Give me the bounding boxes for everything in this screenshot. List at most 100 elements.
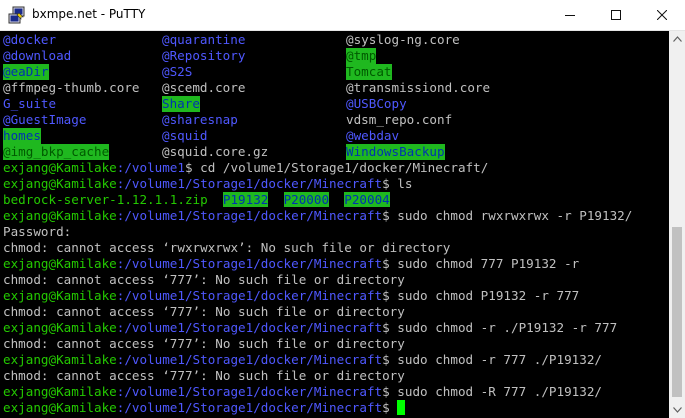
current-prompt[interactable]: exjang@Kamilake:/volume1/Storage1/docker… <box>3 400 406 416</box>
error-output: chmod: cannot access ‘777’: No such file… <box>3 368 405 383</box>
listing-entry: @webdav <box>346 128 400 143</box>
listing-entry: Tomcat <box>346 64 392 80</box>
terminal-area[interactable]: @docker @quarantine @syslog-ng.core @dow… <box>0 31 669 418</box>
listing-entry: @scemd.core <box>162 80 246 95</box>
command-line: exjang@Kamilake:/volume1/Storage1/docker… <box>3 288 579 304</box>
prompt-path: :/volume1/Storage1/docker/Minecraft <box>116 320 383 335</box>
listing-entry: @ffmpeg-thumb.core <box>3 80 140 95</box>
listing-entry: @squid.core.gz <box>162 144 269 159</box>
listing-entry: @sharesnap <box>162 112 238 127</box>
cursor <box>397 400 406 415</box>
command-text: sudo chmod 777 P19132 -r <box>397 256 580 271</box>
window-title: bxmpe.net - PuTTY <box>32 7 146 21</box>
prompt-user: exjang@Kamilake <box>3 160 117 175</box>
listing-entry: @download <box>3 48 72 63</box>
listing-entry: WindowsBackup <box>346 144 445 160</box>
listing-entry: homes <box>3 128 41 144</box>
listing-entry: @tmp <box>346 48 377 64</box>
prompt-user: exjang@Kamilake <box>3 400 117 415</box>
ls-dir: P20000 <box>283 192 330 207</box>
prompt-suffix: $ <box>382 320 398 335</box>
listing-entry: vdsm_repo.conf <box>346 112 453 127</box>
putty-icon[interactable] <box>8 6 26 24</box>
ls-output: bedrock-server-1.12.1.1.zip P19132 P2000… <box>3 192 390 208</box>
prompt-suffix: $ <box>382 352 398 367</box>
prompt-path: :/volume1/Storage1/docker/Minecraft <box>116 384 383 399</box>
listing-entry: @Repository <box>162 48 246 63</box>
prompt-suffix: $ <box>184 160 201 175</box>
chevron-down-icon <box>672 407 682 413</box>
listing-row: @docker @quarantine @syslog-ng.core <box>3 32 460 48</box>
prompt-path: :/volume1/Storage1/docker/Minecraft <box>116 352 383 367</box>
listing-entry: @USBCopy <box>346 96 407 111</box>
title-bar[interactable]: bxmpe.net - PuTTY <box>0 0 685 31</box>
command-text: sudo chmod P19132 -r 777 <box>397 288 580 303</box>
listing-entry: @docker <box>3 32 57 47</box>
listing-row: @GuestImage @sharesnap vdsm_repo.conf <box>3 112 452 128</box>
listing-entry: @img_bkp_cache <box>3 144 110 160</box>
maximize-button[interactable] <box>593 0 639 30</box>
command-line: exjang@Kamilake:/volume1/Storage1/docker… <box>3 208 632 224</box>
listing-row: @eaDir @S2S Tomcat <box>3 64 392 80</box>
ls-dir: P20004 <box>344 192 390 207</box>
listing-entry: @GuestImage <box>3 112 87 127</box>
prompt-suffix: $ <box>382 288 398 303</box>
listing-entry: Share <box>162 96 200 112</box>
scroll-down-button[interactable] <box>669 402 685 418</box>
error-output: chmod: cannot access ‘rwxrwxrwx’: No suc… <box>3 240 451 255</box>
scrollbar-thumb[interactable] <box>672 227 682 397</box>
command-text: sudo chmod -r 777 ./P19132/ <box>397 352 602 367</box>
command-line: exjang@Kamilake:/volume1/Storage1/docker… <box>3 320 617 336</box>
error-output: chmod: cannot access ‘777’: No such file… <box>3 304 405 319</box>
prompt-user: exjang@Kamilake <box>3 256 117 271</box>
chevron-up-icon <box>672 36 682 42</box>
scroll-up-button[interactable] <box>669 31 685 47</box>
prompt-path: :/volume1 <box>116 160 185 175</box>
prompt-suffix: $ <box>382 208 398 223</box>
prompt-path: :/volume1/Storage1/docker/Minecraft <box>116 288 383 303</box>
listing-entry: @squid <box>162 128 208 143</box>
listing-entry: @S2S <box>162 64 193 79</box>
prompt-suffix: $ <box>382 256 398 271</box>
command-text: sudo chmod rwxrwxrwx -r P19132/ <box>397 208 633 223</box>
prompt-user: exjang@Kamilake <box>3 352 117 367</box>
listing-entry: G_suite <box>3 96 57 111</box>
prompt-suffix: $ <box>382 384 398 399</box>
password-prompt: Password: <box>3 224 72 239</box>
listing-entry: @syslog-ng.core <box>346 32 460 47</box>
maximize-icon <box>611 10 621 20</box>
prompt-path: :/volume1/Storage1/docker/Minecraft <box>116 208 383 223</box>
putty-window: bxmpe.net - PuTTY @docker @quarantine @s… <box>0 0 685 418</box>
listing-row: @download @Repository @tmp <box>3 48 377 64</box>
minimize-icon <box>565 15 575 16</box>
listing-row: homes @squid @webdav <box>3 128 399 144</box>
error-output: chmod: cannot access ‘777’: No such file… <box>3 272 405 287</box>
command-line: exjang@Kamilake:/volume1/Storage1/docker… <box>3 384 602 400</box>
listing-row: G_suite Share @USBCopy <box>3 96 407 112</box>
command-text: cd /volume1/Storage1/docker/Minecraft/ <box>200 160 489 175</box>
prompt-path: :/volume1/Storage1/docker/Minecraft <box>116 256 383 271</box>
prompt-user: exjang@Kamilake <box>3 176 117 191</box>
prompt-suffix: $ <box>382 400 398 415</box>
prompt-suffix: $ <box>382 176 398 191</box>
command-text: ls <box>397 176 413 191</box>
vertical-scrollbar[interactable] <box>669 31 685 418</box>
ls-file: bedrock-server-1.12.1.1.zip <box>3 192 208 207</box>
command-line: exjang@Kamilake:/volume1/Storage1/docker… <box>3 176 412 192</box>
minimize-button[interactable] <box>547 0 593 30</box>
close-icon <box>657 10 667 20</box>
prompt-user: exjang@Kamilake <box>3 384 117 399</box>
error-output: chmod: cannot access ‘777’: No such file… <box>3 336 405 351</box>
prompt-user: exjang@Kamilake <box>3 208 117 223</box>
command-line: exjang@Kamilake:/volume1/Storage1/docker… <box>3 352 602 368</box>
listing-row: @img_bkp_cache @squid.core.gz WindowsBac… <box>3 144 445 160</box>
listing-entry: @transmissiond.core <box>346 80 491 95</box>
prompt-path: :/volume1/Storage1/docker/Minecraft <box>116 400 383 415</box>
prompt-user: exjang@Kamilake <box>3 320 117 335</box>
listing-entry: @eaDir <box>3 64 49 80</box>
command-line: exjang@Kamilake:/volume1/Storage1/docker… <box>3 256 579 272</box>
ls-dir: P19132 <box>222 192 269 207</box>
prompt-path: :/volume1/Storage1/docker/Minecraft <box>116 176 383 191</box>
listing-entry: @quarantine <box>162 32 246 47</box>
close-button[interactable] <box>639 0 685 30</box>
